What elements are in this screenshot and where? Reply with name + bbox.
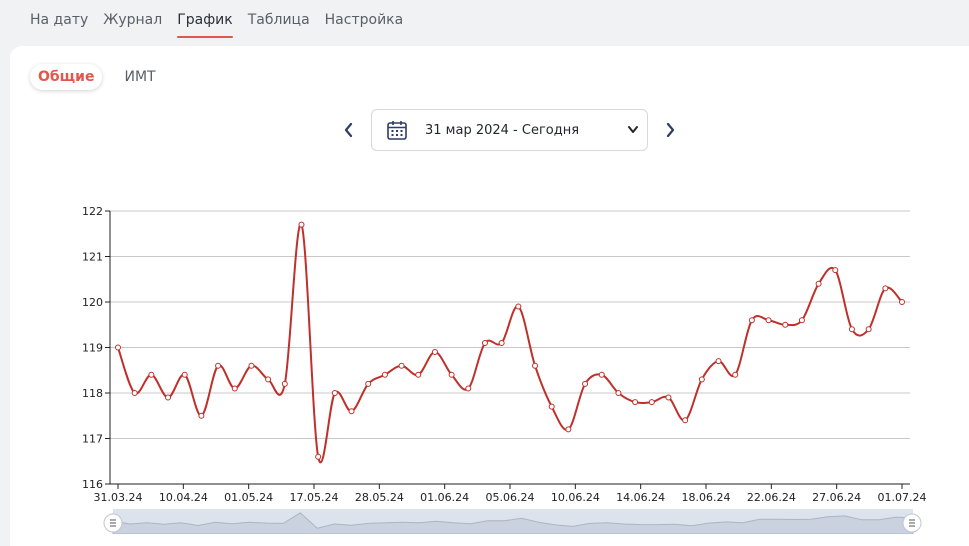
x-tick-label: 14.06.24: [616, 491, 665, 504]
chart-point[interactable]: [748, 317, 755, 324]
chart-navigator[interactable]: [112, 509, 914, 534]
y-tick-label: 120: [82, 296, 103, 309]
chart-point[interactable]: [515, 303, 522, 310]
x-tick-label: 28.05.24: [355, 491, 404, 504]
chart-point[interactable]: [682, 417, 689, 424]
x-tick-label: 31.03.24: [94, 491, 143, 504]
chart-point[interactable]: [198, 412, 205, 419]
chart-point[interactable]: [815, 280, 822, 287]
chart-point[interactable]: [415, 371, 422, 378]
chart-point[interactable]: [265, 376, 272, 383]
chart-point[interactable]: [331, 390, 338, 396]
chart-point[interactable]: [865, 326, 872, 333]
chart-point[interactable]: [448, 371, 455, 378]
chart-point[interactable]: [715, 358, 722, 365]
chart-point[interactable]: [498, 339, 505, 346]
chart-point[interactable]: [548, 403, 555, 410]
chart-point[interactable]: [481, 339, 488, 346]
y-tick-label: 122: [82, 205, 103, 218]
chart-point[interactable]: [398, 362, 405, 369]
chart-x-axis: 31.03.24 10.04.24 01.05.24 17.05.24 28.05.24…: [94, 483, 927, 504]
chart-point[interactable]: [165, 394, 172, 401]
x-tick-label: 27.06.24: [812, 491, 861, 504]
x-tick-label: 01.07.24: [878, 491, 927, 504]
y-tick-label: 118: [82, 387, 103, 400]
chart-point[interactable]: [532, 362, 539, 369]
y-tick-label: 117: [82, 433, 103, 446]
chart-point[interactable]: [131, 390, 138, 396]
chart-point[interactable]: [181, 371, 188, 378]
chart-y-axis: 116 117 118 119 120 121 122: [82, 205, 111, 491]
x-tick-label: 01.06.24: [420, 491, 469, 504]
navigator-handle-right[interactable]: [902, 513, 922, 533]
chart-point[interactable]: [381, 371, 388, 378]
chart-point[interactable]: [882, 285, 889, 292]
chart-point[interactable]: [231, 385, 238, 392]
chart-point[interactable]: [582, 380, 589, 387]
weight-line-chart: 116 117 118 119 120 121 122 31.03.24 10.04.24 01…: [82, 205, 927, 534]
chart-point[interactable]: [148, 371, 155, 378]
chart-point[interactable]: [698, 376, 705, 383]
chart-point[interactable]: [899, 299, 905, 305]
chart-point[interactable]: [632, 399, 639, 406]
chart-point[interactable]: [215, 362, 222, 369]
chart-point[interactable]: [832, 267, 839, 274]
y-tick-label: 119: [82, 342, 103, 355]
chart-point[interactable]: [732, 371, 739, 378]
chart-point[interactable]: [615, 390, 622, 396]
chart-point[interactable]: [765, 317, 772, 324]
chart-point[interactable]: [365, 380, 372, 387]
chart-point[interactable]: [281, 380, 288, 387]
x-tick-label: 17.05.24: [290, 491, 339, 504]
chart-point[interactable]: [648, 399, 655, 406]
y-tick-label: 121: [82, 251, 103, 264]
chart-point[interactable]: [598, 371, 605, 378]
x-tick-label: 10.04.24: [159, 491, 208, 504]
chart-point[interactable]: [315, 453, 322, 460]
chart-point[interactable]: [848, 326, 855, 333]
chart-point[interactable]: [115, 344, 121, 351]
chart-point[interactable]: [782, 321, 789, 328]
chart-point[interactable]: [431, 349, 438, 356]
chart-point[interactable]: [248, 362, 255, 369]
x-tick-label: 22.06.24: [747, 491, 796, 504]
x-tick-label: 10.06.24: [551, 491, 600, 504]
chart-point[interactable]: [798, 317, 805, 324]
chart-series-line: [117, 223, 903, 464]
chart-point[interactable]: [565, 426, 572, 433]
chart-point[interactable]: [298, 221, 305, 228]
chart-point[interactable]: [665, 394, 672, 401]
chart-point[interactable]: [348, 408, 355, 415]
x-tick-label: 18.06.24: [682, 491, 731, 504]
chart-gridlines: [110, 210, 910, 485]
navigator-handle-left[interactable]: [103, 513, 123, 533]
x-tick-label: 05.06.24: [486, 491, 535, 504]
y-tick-label: 116: [82, 478, 103, 491]
chart-points: [115, 221, 905, 460]
chart-point[interactable]: [465, 385, 472, 392]
x-tick-label: 01.05.24: [224, 491, 273, 504]
